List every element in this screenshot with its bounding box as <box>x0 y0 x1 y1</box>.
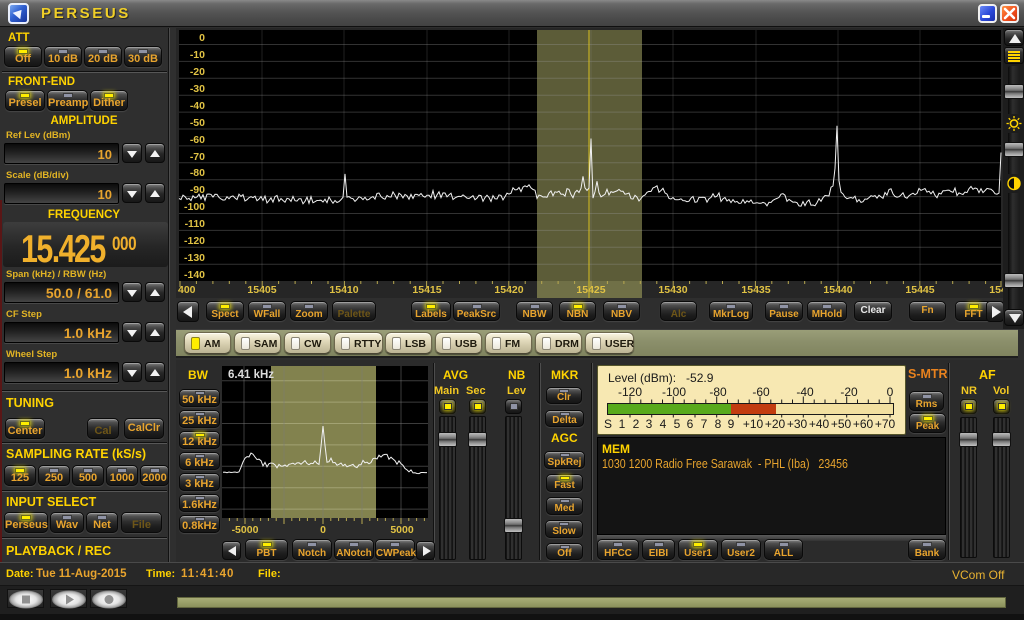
svg-text:-70: -70 <box>190 151 205 163</box>
svg-text:15420: 15420 <box>494 284 523 296</box>
svg-text:-10: -10 <box>190 49 205 61</box>
svg-text:15405: 15405 <box>247 284 276 296</box>
svg-text:0: 0 <box>199 32 205 44</box>
svg-text:-120: -120 <box>184 235 205 247</box>
svg-text:15425: 15425 <box>576 284 605 296</box>
svg-text:-100: -100 <box>184 201 205 213</box>
svg-text:-80: -80 <box>190 167 205 179</box>
svg-text:15445: 15445 <box>905 284 934 296</box>
svg-text:-140: -140 <box>184 269 205 281</box>
svg-text:15415: 15415 <box>412 284 441 296</box>
svg-text:15440: 15440 <box>823 284 852 296</box>
svg-text:15410: 15410 <box>329 284 358 296</box>
svg-text:400: 400 <box>178 284 196 296</box>
svg-text:-60: -60 <box>190 134 205 146</box>
svg-text:-40: -40 <box>190 100 205 112</box>
svg-text:-20: -20 <box>190 66 205 78</box>
svg-text:15435: 15435 <box>741 284 770 296</box>
svg-text:-90: -90 <box>190 184 205 196</box>
svg-text:-130: -130 <box>184 252 205 264</box>
svg-text:15430: 15430 <box>658 284 687 296</box>
svg-text:-30: -30 <box>190 83 205 95</box>
svg-text:-50: -50 <box>190 117 205 129</box>
svg-text:-110: -110 <box>185 218 206 230</box>
